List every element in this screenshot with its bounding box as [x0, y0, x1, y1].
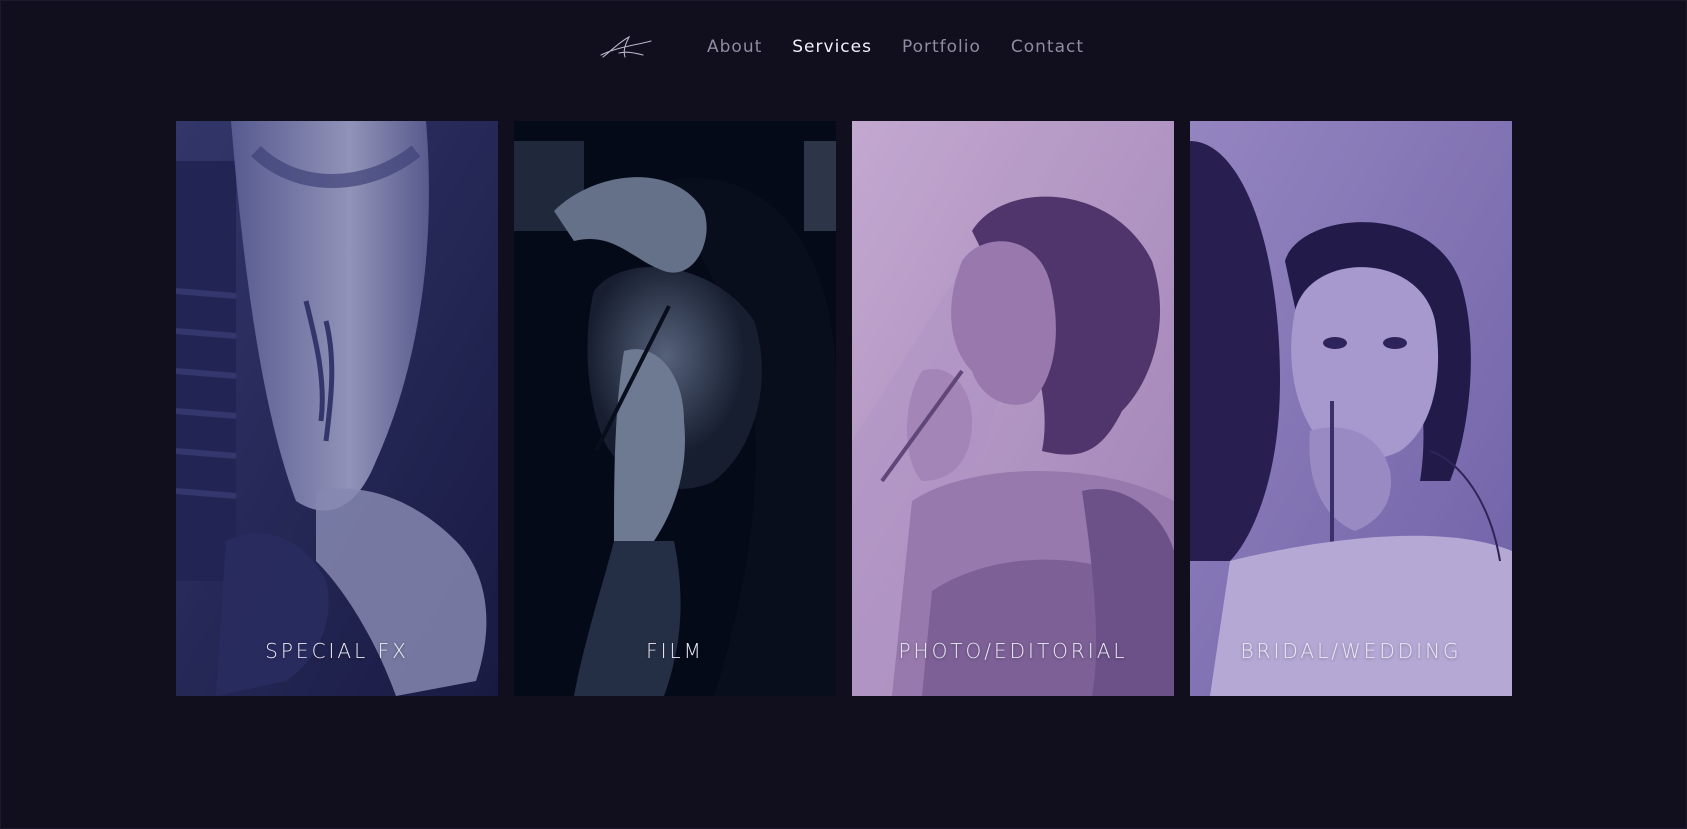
nav-contact-link[interactable]: Contact [1011, 35, 1084, 59]
services-page: About Services Portfolio Contact SPECIAL… [0, 0, 1687, 829]
main-nav: About Services Portfolio Contact [707, 35, 1084, 59]
service-card-label: FILM [646, 639, 704, 663]
photo-editorial-photo [852, 121, 1174, 696]
service-card-special-fx[interactable]: SPECIAL FX [176, 121, 498, 696]
service-card-label: PHOTO/EDITORIAL [898, 639, 1128, 663]
nav-about-link[interactable]: About [707, 35, 762, 59]
nav-portfolio-link[interactable]: Portfolio [902, 35, 981, 59]
special-fx-photo [176, 121, 498, 696]
service-card-bridal-wedding[interactable]: BRIDAL/WEDDING [1190, 121, 1512, 696]
service-card-label: BRIDAL/WEDDING [1240, 639, 1462, 663]
nav-services-link[interactable]: Services [792, 35, 872, 59]
service-card-photo-editorial[interactable]: PHOTO/EDITORIAL [852, 121, 1174, 696]
services-grid: SPECIAL FX FILM PHOTO/EDITORIAL BRIDAL/W… [176, 121, 1512, 696]
service-card-label: SPECIAL FX [265, 639, 409, 663]
bridal-wedding-photo [1190, 121, 1512, 696]
service-card-film[interactable]: FILM [514, 121, 836, 696]
signature-logo-icon[interactable] [599, 31, 653, 65]
film-photo [514, 121, 836, 696]
